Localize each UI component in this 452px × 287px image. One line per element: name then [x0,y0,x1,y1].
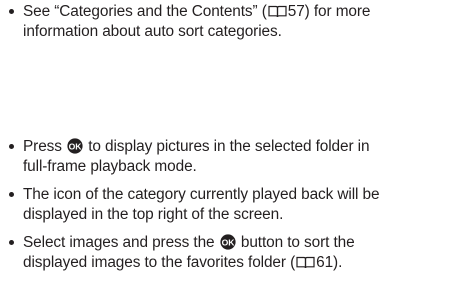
text-run: See “Categories and the Contents” ( [23,3,267,20]
book-reference-icon [296,256,315,268]
bullet-item-press-ok: Press OK to display pictures in the sele… [9,137,447,176]
text-run: Press [23,138,67,155]
bullet-text-line: displayed images to the favorites folder… [9,253,447,273]
book-reference-icon [268,5,287,18]
ok-button-icon: OK [220,234,236,250]
svg-text:OK: OK [221,237,235,247]
bullet-text-line: Press OK to display pictures in the sele… [9,137,447,157]
bullet-dot [9,144,14,149]
bullet-text-line: full-frame playback mode. [23,157,197,175]
manual-page: See “Categories and the Contents” ( 57) f… [0,0,452,287]
ok-button-icon: OK [67,138,83,154]
text-run: displayed images to the favorites folder… [23,253,296,271]
bullet-text-line: The icon of the category currently playe… [23,186,380,203]
bullet-text-line: See “Categories and the Contents” ( 57) f… [9,2,447,22]
bullet-item-sort-favorites: Select images and press the OK button to… [9,233,447,272]
bullet-text-line: displayed in the top right of the screen… [23,205,284,223]
text-run: ). [333,253,343,271]
bullet-dot [9,9,14,14]
text-run: to display pictures in the selected fold… [84,138,370,155]
bullet-item-categories: See “Categories and the Contents” ( 57) f… [9,2,447,41]
text-run: ) for more [304,3,371,20]
page-reference[interactable]: 57 [288,3,305,20]
text-run: button to sort the [236,234,355,251]
bullet-item-category-icon: The icon of the category currently playe… [9,185,447,224]
text-run: Select images and press the [23,234,219,251]
bullet-dot [9,240,14,245]
bullet-text-line: information about auto sort categories. [23,22,282,40]
bullet-dot [9,192,14,197]
svg-text:OK: OK [69,141,83,151]
page-reference[interactable]: 61 [316,254,333,271]
bullet-text-line: Select images and press the OK button to… [9,233,447,253]
